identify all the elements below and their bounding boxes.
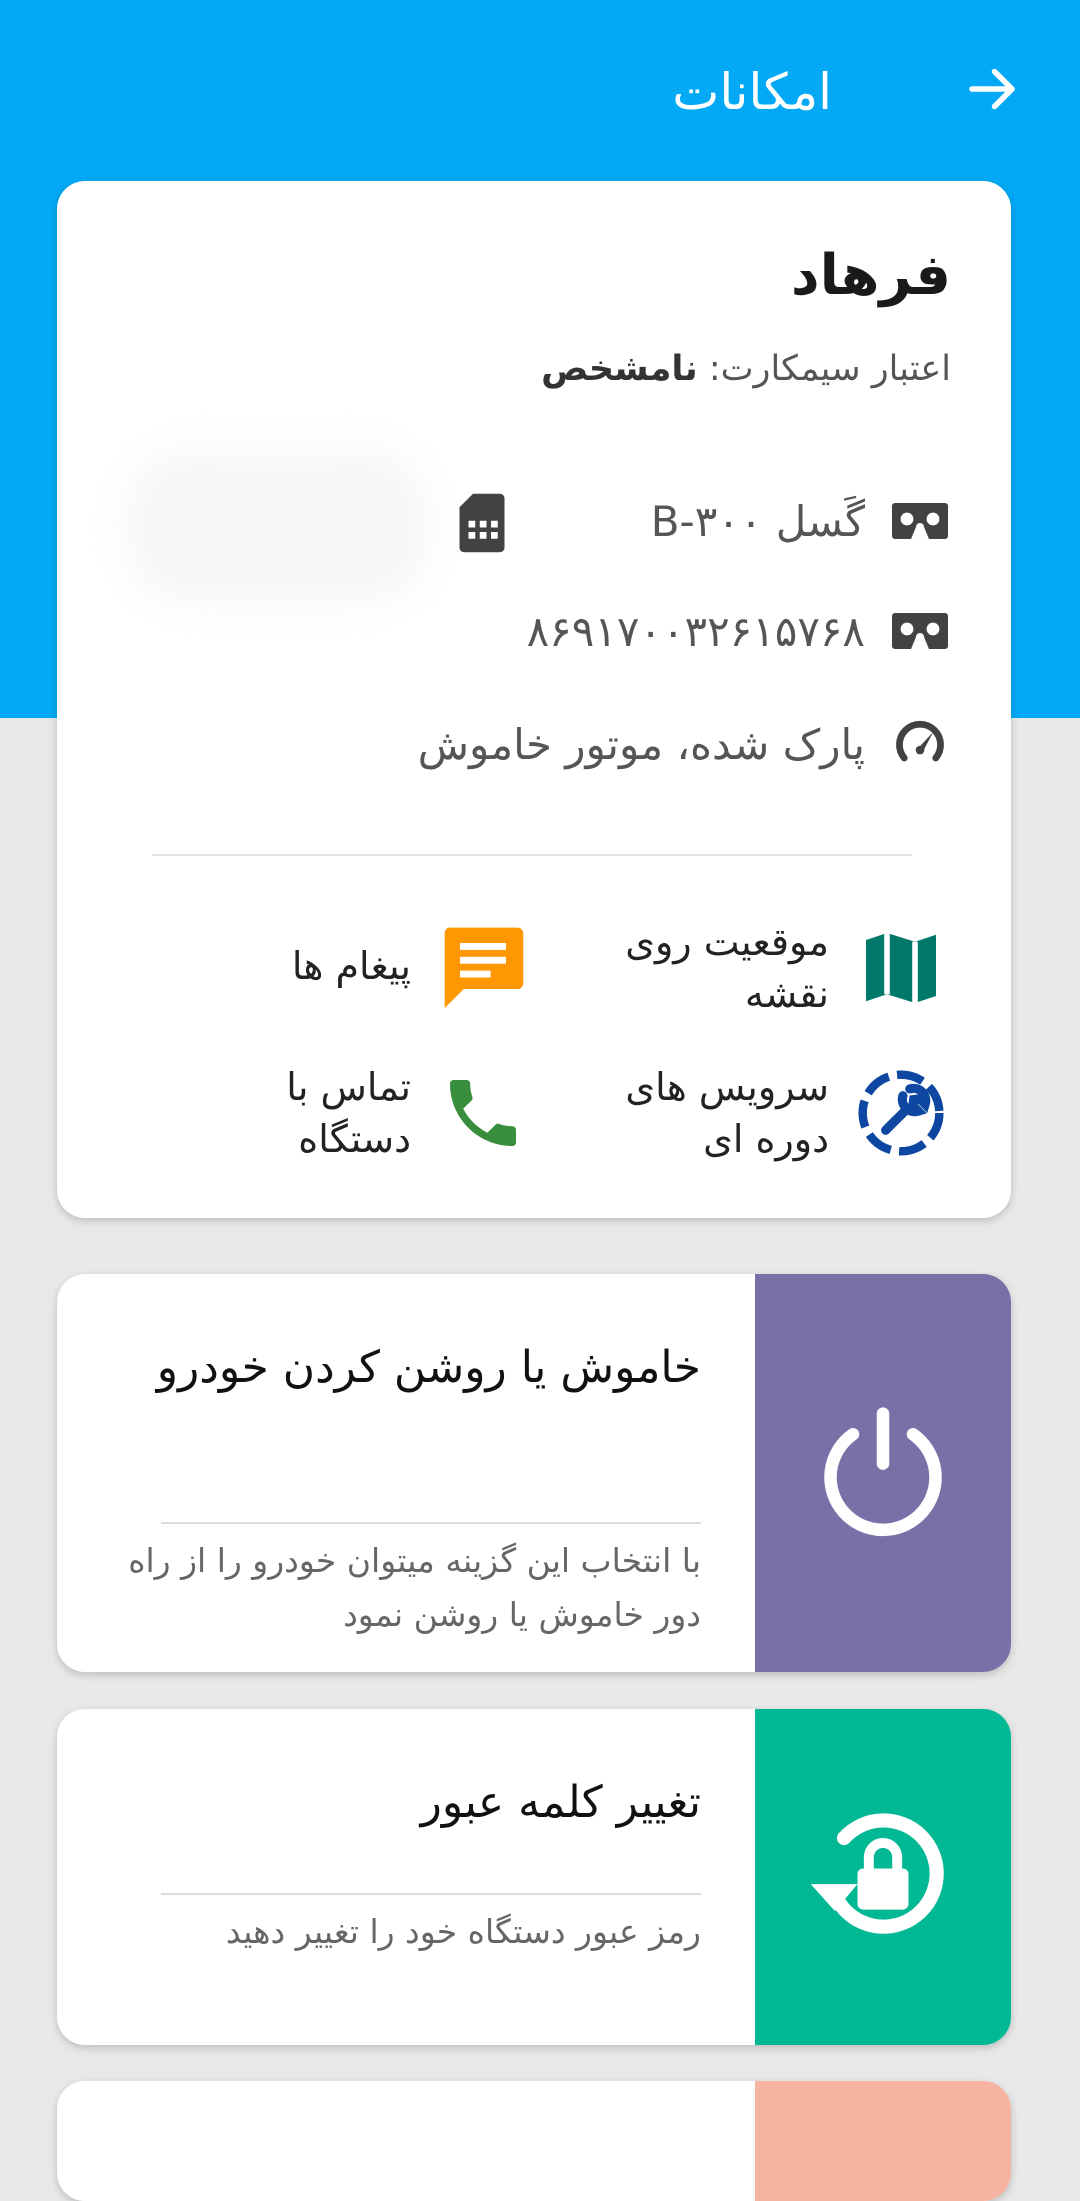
messages-label: پیغام ها (291, 944, 411, 988)
status-row: پارک شده، موتور خاموش (418, 709, 951, 779)
messages-button[interactable]: پیغام ها (231, 916, 533, 1016)
vehicle-info-card: فرهاد اعتبار سیمکارت: نامشخص گَسل B-۳۰۰ … (57, 181, 1011, 1218)
device-model: گَسل B-۳۰۰ (650, 496, 865, 546)
divider (161, 1893, 701, 1895)
divider (161, 1522, 701, 1524)
device-icon (889, 490, 951, 552)
feature-description: با انتخاب این گزینه میتوان خودرو را از ر… (128, 1541, 701, 1634)
sim-card-icon (459, 493, 505, 553)
call-label: تماس با دستگاه (286, 1065, 411, 1161)
speedometer-icon (889, 713, 951, 775)
feature-title: تغییر کلمه عبور (420, 1777, 701, 1828)
map-icon (851, 918, 951, 1018)
imei-number: ۸۶۹۱۷۰۰۳۲۶۱۵۷۶۸ (526, 606, 865, 656)
lock-icon-panel (755, 1709, 1011, 2045)
change-password-card[interactable]: تغییر کلمه عبور رمز عبور دستگاه خود را ت… (57, 1709, 1011, 2045)
feature-title: خاموش یا روشن کردن خودرو (156, 1342, 701, 1393)
feature-icon-panel (755, 2081, 1011, 2201)
power-icon-panel (755, 1274, 1011, 1672)
message-icon (433, 916, 533, 1016)
map-location-button[interactable]: موقعیت روی نقشه (599, 916, 951, 1020)
redacted-area (127, 451, 427, 601)
service-label: سرویس های دوره ای (625, 1065, 829, 1161)
sim-credit-value: نامشخص (541, 349, 698, 389)
arrow-right-icon (969, 68, 1015, 110)
vehicle-status: پارک شده، موتور خاموش (417, 719, 865, 769)
page-title: امکانات (672, 63, 832, 121)
engine-toggle-card[interactable]: خاموش یا روشن کردن خودرو با انتخاب این گ… (57, 1274, 1011, 1672)
lock-reset-icon (810, 1813, 944, 1934)
sim-credit: اعتبار سیمکارت: نامشخص (541, 349, 951, 389)
power-icon (824, 1407, 942, 1537)
back-button[interactable] (958, 55, 1026, 123)
device-icon (889, 600, 951, 662)
app-bar: امکانات (0, 0, 1080, 180)
periodic-service-button[interactable]: سرویس های دوره ای (599, 1061, 951, 1165)
owner-name: فرهاد (790, 243, 951, 308)
phone-icon (433, 1063, 533, 1163)
imei-row: ۸۶۹۱۷۰۰۳۲۶۱۵۷۶۸ (527, 596, 951, 666)
divider (152, 854, 912, 856)
map-label: موقعیت روی نقشه (625, 920, 829, 1016)
sim-credit-label: اعتبار سیمکارت: (708, 349, 951, 389)
feature-description: رمز عبور دستگاه خود را تغییر دهید (225, 1912, 701, 1951)
next-feature-card[interactable] (57, 2081, 1011, 2201)
call-device-button[interactable]: تماس با دستگاه (251, 1061, 533, 1165)
service-wrench-icon (851, 1063, 951, 1163)
device-model-row: گَسل B-۳۰۰ (651, 486, 951, 556)
